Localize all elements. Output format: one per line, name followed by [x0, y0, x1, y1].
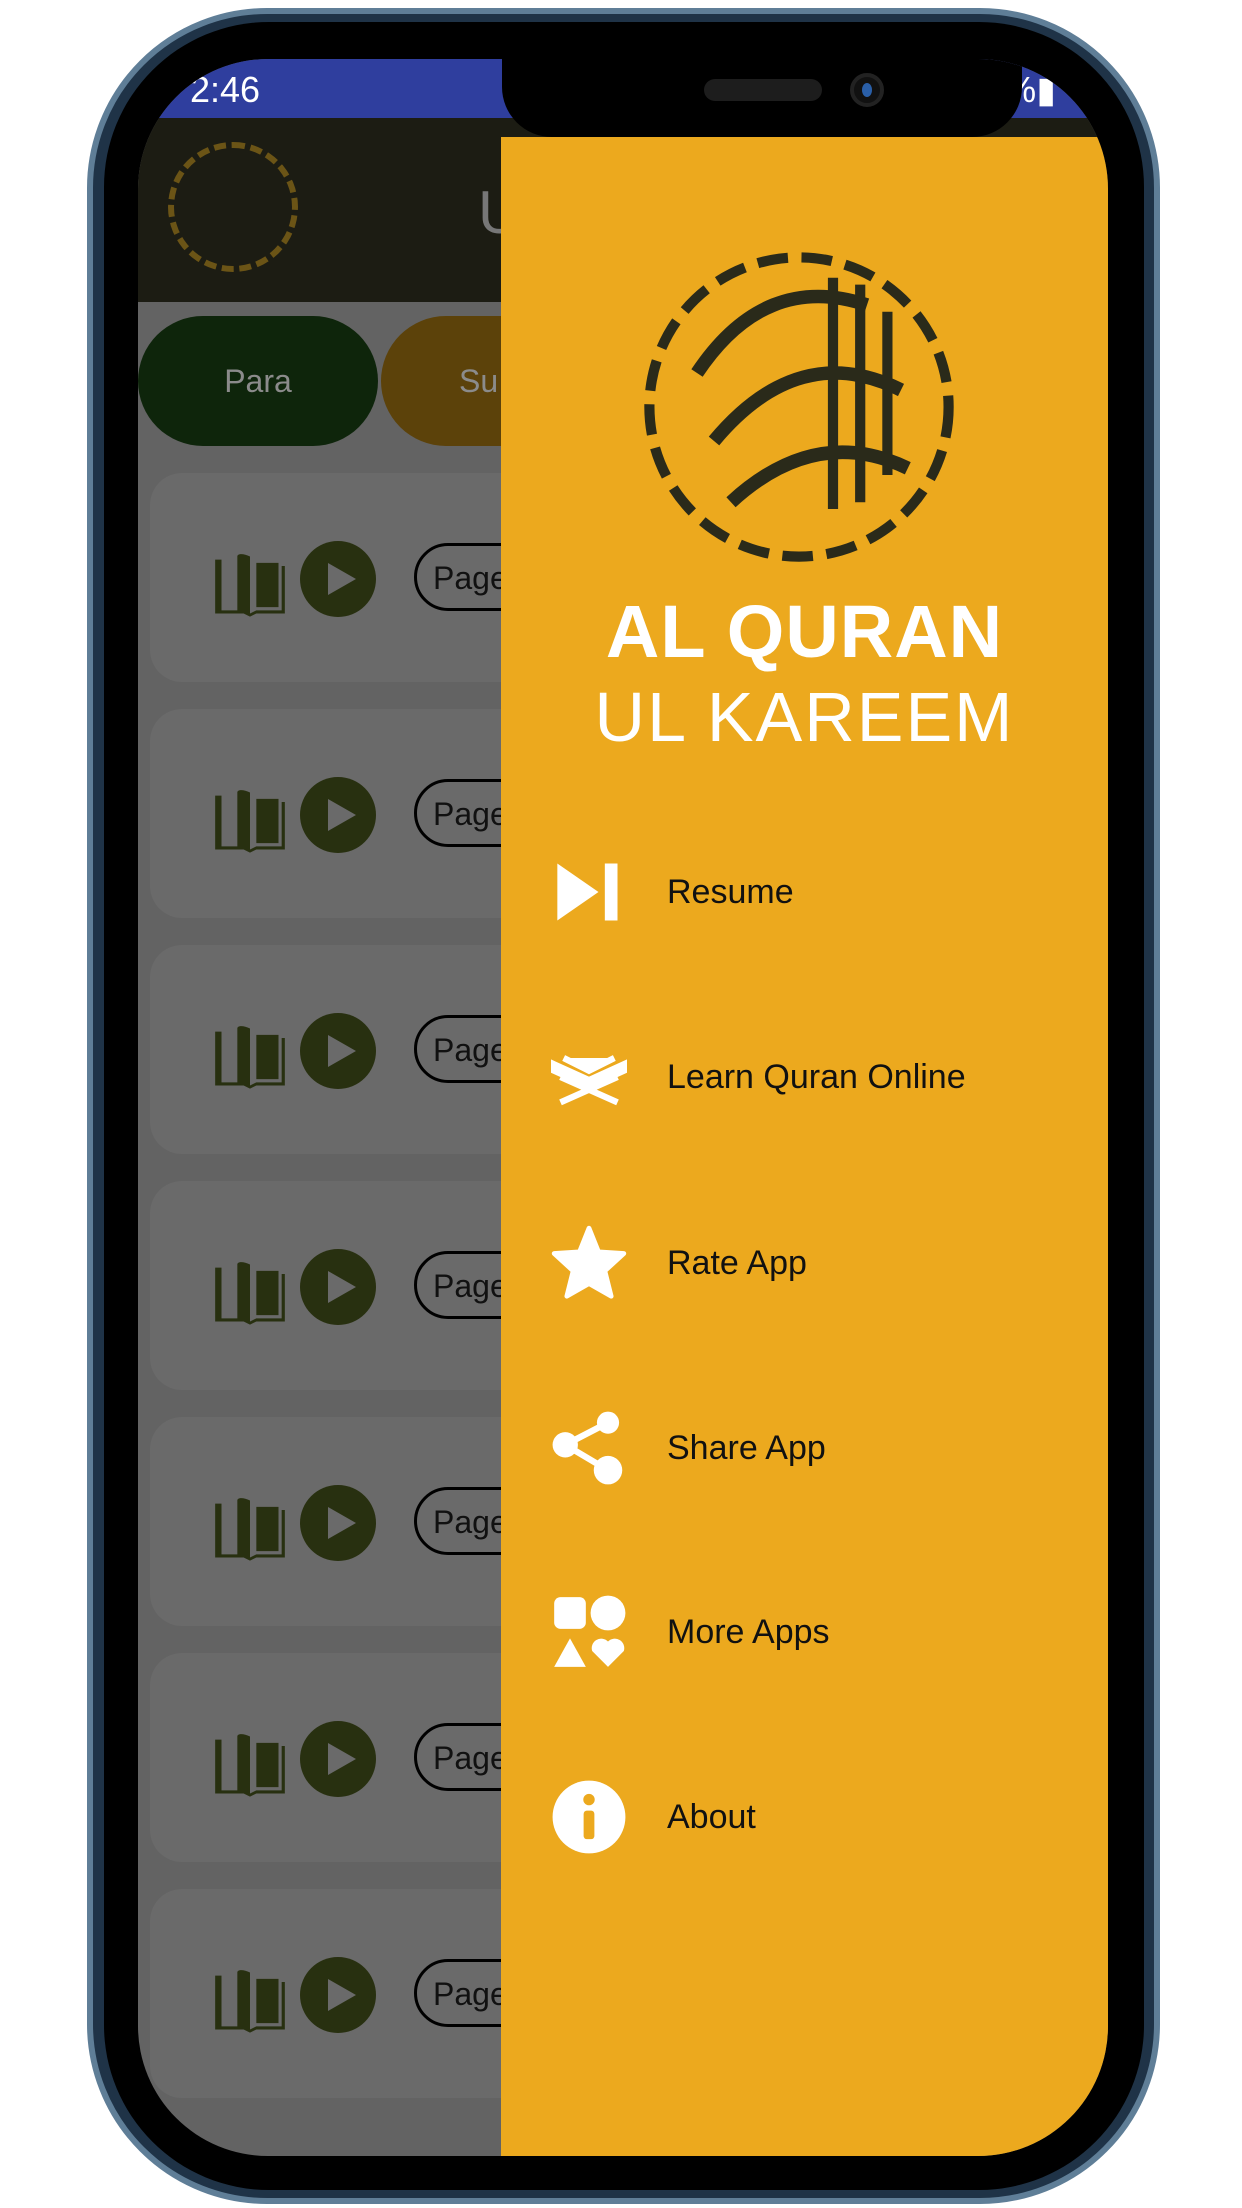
- quran-stand-icon: [551, 1055, 627, 1106]
- play-button[interactable]: [300, 1013, 376, 1089]
- play-button[interactable]: [300, 1957, 376, 2033]
- menu-label: Learn Quran Online: [667, 1057, 966, 1096]
- camera-notch: [502, 59, 1022, 137]
- menu-label: Share App: [667, 1428, 826, 1467]
- play-button[interactable]: [300, 1721, 376, 1797]
- play-button[interactable]: [300, 777, 376, 853]
- status-time: 2:46: [190, 69, 261, 110]
- play-button[interactable]: [300, 1249, 376, 1325]
- quran-calligraphy-logo: [644, 252, 954, 562]
- info-icon: [552, 1780, 626, 1854]
- menu-label: Resume: [667, 872, 794, 911]
- open-book-icon: [215, 1734, 285, 1797]
- play-button[interactable]: [300, 541, 376, 617]
- skip-next-icon: [557, 863, 618, 921]
- open-book-icon: [215, 1262, 285, 1325]
- tab-label: Para: [224, 362, 292, 399]
- menu-item-resume[interactable]: Resume: [551, 847, 1091, 937]
- open-book-icon: [215, 1026, 285, 1089]
- open-book-icon: [215, 1970, 285, 2033]
- menu-label: Rate App: [667, 1243, 807, 1282]
- tab-para[interactable]: Para: [138, 316, 378, 446]
- front-camera: [850, 73, 884, 107]
- play-button[interactable]: [300, 1485, 376, 1561]
- menu-label: About: [667, 1797, 756, 1836]
- open-book-icon: [215, 790, 285, 853]
- menu-item-about[interactable]: About: [551, 1772, 1091, 1862]
- menu-item-learn-quran-online[interactable]: Learn Quran Online: [551, 1032, 1091, 1122]
- open-book-icon: [215, 1498, 285, 1561]
- navigation-drawer: AL QURAN UL KAREEM Resume Learn Quran On…: [501, 137, 1108, 2156]
- screen: 2:46 ◠ ▂▄▆ 72%▮ U Para Su Page NPage NPa…: [138, 59, 1108, 2156]
- drawer-subtitle: UL KAREEM: [594, 678, 1015, 756]
- app-logo: [168, 142, 298, 272]
- menu-label: More Apps: [667, 1612, 830, 1651]
- share-icon: [552, 1411, 623, 1485]
- tab-label: Su: [459, 362, 499, 399]
- open-book-icon: [215, 554, 285, 617]
- speaker: [704, 79, 822, 101]
- shapes-icon: [554, 1595, 626, 1667]
- star-icon: [551, 1225, 627, 1299]
- menu-item-more-apps[interactable]: More Apps: [551, 1587, 1091, 1677]
- battery-icon: ▮: [1036, 69, 1056, 110]
- menu-item-share-app[interactable]: Share App: [551, 1403, 1091, 1493]
- menu-item-rate-app[interactable]: Rate App: [551, 1218, 1091, 1308]
- drawer-title: AL QURAN: [605, 590, 1004, 673]
